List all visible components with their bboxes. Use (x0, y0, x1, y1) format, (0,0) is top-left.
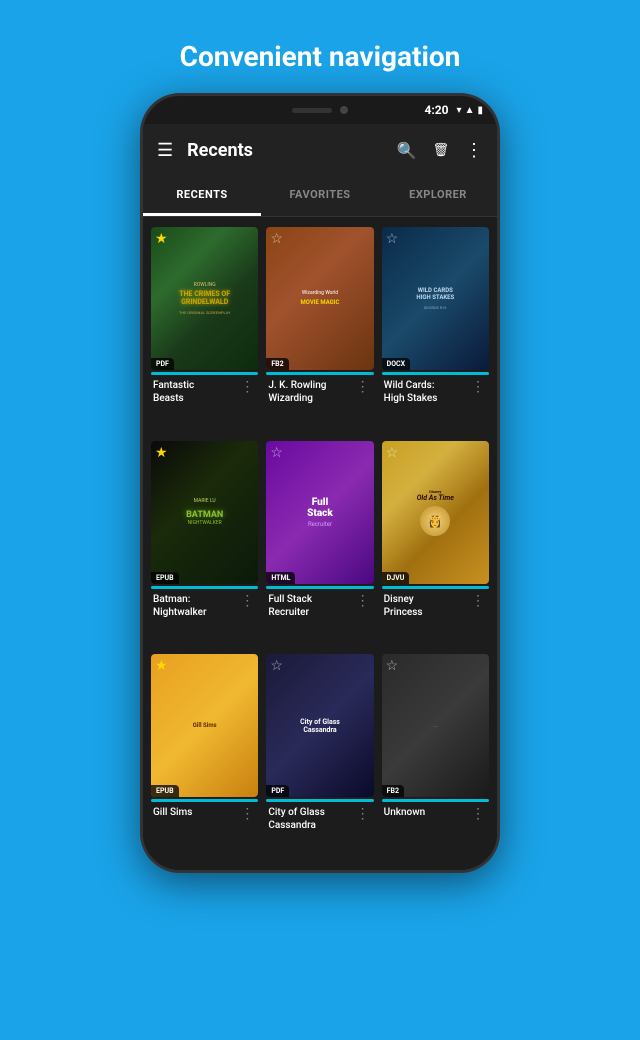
app-content: ☰ Recents 🔍 🗑 ⋮ RECENTS FAVORITES EXPLOR… (143, 124, 497, 870)
delete-icon[interactable]: 🗑 (432, 143, 449, 158)
book-cover-jk-rowling: Wizarding World MOVIE MAGIC ☆ FB2 (266, 227, 373, 370)
more-icon[interactable]: ⋮ (238, 806, 256, 822)
status-time: 4:20 (425, 103, 449, 117)
more-icon[interactable]: ⋮ (469, 379, 487, 395)
book-info: City of GlassCassandra ⋮ (266, 802, 373, 832)
star-empty-icon: ☆ (386, 445, 399, 461)
book-info: DisneyPrincess ⋮ (382, 589, 489, 619)
star-empty-icon: ☆ (270, 658, 283, 674)
phone-frame: 4:20 ▾ ▲ ▮ ☰ Recents 🔍 🗑 ⋮ (140, 93, 500, 873)
more-icon[interactable]: ⋮ (354, 593, 372, 609)
book-cover-city-glass: City of GlassCassandra ☆ PDF (266, 654, 373, 797)
list-item[interactable]: ROWLING THE CRIMES OFGRINDELWALD THE ORI… (151, 227, 258, 433)
format-badge: EPUB (151, 785, 179, 797)
list-item[interactable]: FullStack Recruiter ☆ HTML Full StackRec… (266, 441, 373, 647)
format-badge: EPUB (151, 572, 179, 584)
status-icons: ▾ ▲ ▮ (457, 105, 483, 116)
front-camera (340, 106, 348, 114)
format-badge: DJVU (382, 572, 410, 584)
star-empty-icon: ☆ (270, 445, 283, 461)
book-info: FantasticBeasts ⋮ (151, 375, 258, 405)
star-icon: ★ (155, 658, 168, 674)
list-item[interactable]: Gill Sims ★ EPUB Gill Sims ⋮ (151, 654, 258, 860)
star-empty-icon: ☆ (386, 231, 399, 247)
book-cover-batman: MARIE LU BATMAN NIGHTWALKER ★ EPUB (151, 441, 258, 584)
more-icon[interactable]: ⋮ (354, 806, 372, 822)
book-cover-fantastic-beasts: ROWLING THE CRIMES OFGRINDELWALD THE ORI… (151, 227, 258, 370)
book-cover-disney-princess: Disney Old As Time 👸 ☆ DJVU (382, 441, 489, 584)
page-title: Convenient navigation (0, 0, 640, 93)
star-empty-icon: ☆ (386, 658, 399, 674)
volume-button (497, 336, 500, 376)
format-badge: DOCX (382, 358, 410, 370)
more-icon[interactable]: ⋮ (354, 379, 372, 395)
book-cover-wild-cards: WILD CARDSHIGH STAKES GEORGE R.R. ☆ DOCX (382, 227, 489, 370)
book-title: City of GlassCassandra (268, 806, 353, 832)
more-icon[interactable]: ⋮ (469, 806, 487, 822)
page-background: Convenient navigation 4:20 ▾ ▲ ▮ (0, 0, 640, 1040)
tab-favorites[interactable]: FAVORITES (261, 176, 379, 216)
top-bar: ☰ Recents 🔍 🗑 ⋮ (143, 124, 497, 176)
power-button (497, 276, 500, 316)
format-badge: PDF (266, 785, 289, 797)
top-bar-actions: 🔍 🗑 ⋮ (397, 140, 483, 161)
list-item[interactable]: WILD CARDSHIGH STAKES GEORGE R.R. ☆ DOCX… (382, 227, 489, 433)
speaker (292, 108, 332, 113)
book-info: Gill Sims ⋮ (151, 802, 258, 822)
book-title: Unknown (384, 806, 469, 819)
book-title: FantasticBeasts (153, 379, 238, 405)
book-title: Batman:Nightwalker (153, 593, 238, 619)
format-badge: PDF (151, 358, 174, 370)
more-icon[interactable]: ⋮ (469, 593, 487, 609)
book-info: Batman:Nightwalker ⋮ (151, 589, 258, 619)
signal-icon: ▲ (465, 105, 475, 116)
phone-frame-wrapper: 4:20 ▾ ▲ ▮ ☰ Recents 🔍 🗑 ⋮ (0, 93, 640, 873)
book-cover-full-stack: FullStack Recruiter ☆ HTML (266, 441, 373, 584)
book-cover-gill-sims: Gill Sims ★ EPUB (151, 654, 258, 797)
star-icon: ★ (155, 445, 168, 461)
format-badge: FB2 (382, 785, 404, 797)
list-item[interactable]: City of GlassCassandra ☆ PDF City of Gla… (266, 654, 373, 860)
list-item[interactable]: Wizarding World MOVIE MAGIC ☆ FB2 J. K. … (266, 227, 373, 433)
tab-recents[interactable]: RECENTS (143, 176, 261, 216)
app-title: Recents (187, 140, 396, 161)
book-title: Gill Sims (153, 806, 238, 819)
book-title: DisneyPrincess (384, 593, 469, 619)
book-title: Full StackRecruiter (268, 593, 353, 619)
battery-icon: ▮ (477, 105, 483, 116)
list-item[interactable]: ... ☆ FB2 Unknown ⋮ (382, 654, 489, 860)
format-badge: FB2 (266, 358, 288, 370)
list-item[interactable]: Disney Old As Time 👸 ☆ DJVU DisneyP (382, 441, 489, 647)
book-title: Wild Cards:High Stakes (384, 379, 469, 405)
search-icon[interactable]: 🔍 (397, 141, 417, 160)
more-options-icon[interactable]: ⋮ (465, 140, 483, 161)
book-info: Full StackRecruiter ⋮ (266, 589, 373, 619)
book-info: Wild Cards:High Stakes ⋮ (382, 375, 489, 405)
book-info: J. K. RowlingWizarding ⋮ (266, 375, 373, 405)
notch (255, 96, 385, 124)
menu-icon[interactable]: ☰ (157, 140, 173, 161)
book-cover-unknown: ... ☆ FB2 (382, 654, 489, 797)
tabs: RECENTS FAVORITES EXPLORER (143, 176, 497, 217)
list-item[interactable]: MARIE LU BATMAN NIGHTWALKER ★ EPUB Batma… (151, 441, 258, 647)
star-empty-icon: ☆ (270, 231, 283, 247)
tab-explorer[interactable]: EXPLORER (379, 176, 497, 216)
star-icon: ★ (155, 231, 168, 247)
more-icon[interactable]: ⋮ (238, 379, 256, 395)
more-icon[interactable]: ⋮ (238, 593, 256, 609)
wifi-icon: ▾ (457, 105, 462, 116)
books-grid: ROWLING THE CRIMES OFGRINDELWALD THE ORI… (143, 217, 497, 870)
book-info: Unknown ⋮ (382, 802, 489, 822)
book-title: J. K. RowlingWizarding (268, 379, 353, 405)
format-badge: HTML (266, 572, 295, 584)
